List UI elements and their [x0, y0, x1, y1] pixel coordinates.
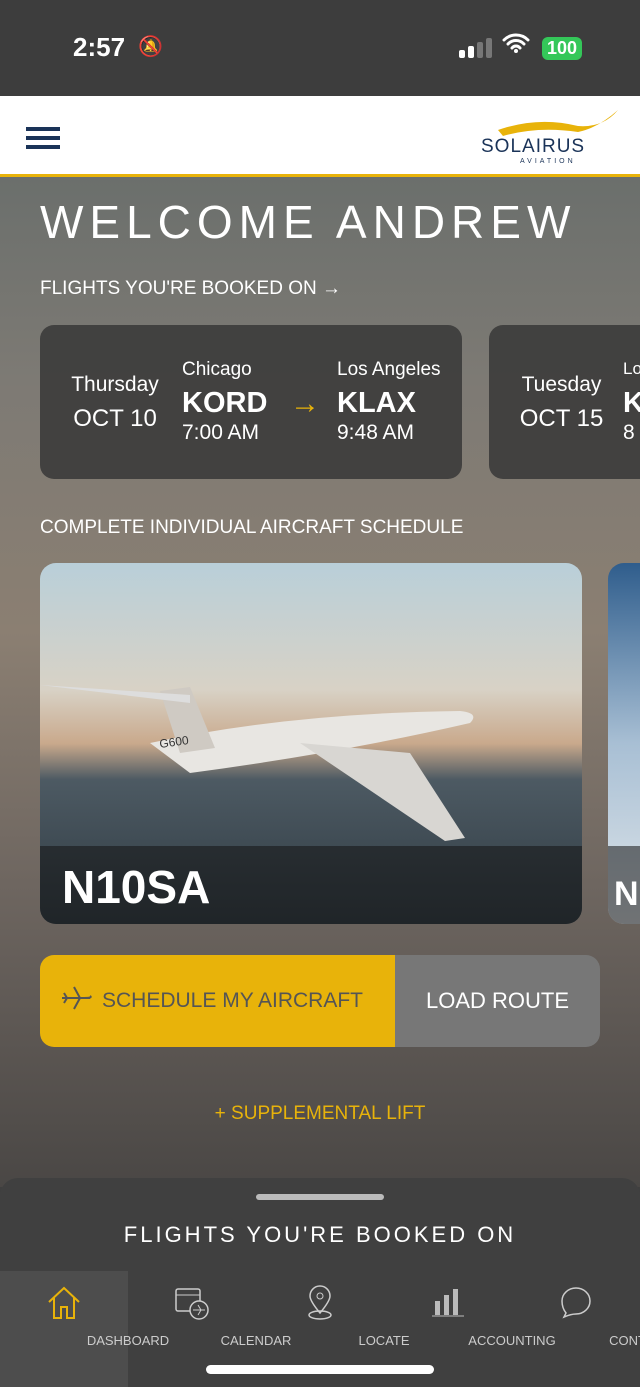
- arrival-time: 9:48 AM: [337, 421, 415, 444]
- origin-city: Chicago: [182, 359, 252, 380]
- battery-indicator: 100: [542, 37, 583, 60]
- load-route-button[interactable]: LOAD ROUTE: [395, 955, 600, 1047]
- schedule-section-title: COMPLETE INDIVIDUAL AIRCRAFT SCHEDULE: [40, 517, 464, 538]
- home-icon: [48, 1286, 80, 1319]
- aircraft-card[interactable]: N: [608, 563, 640, 924]
- schedule-aircraft-label: SCHEDULE MY AIRCRAFT: [102, 989, 363, 1012]
- status-bar: 2:57 🔕 100: [0, 0, 640, 96]
- aircraft-card[interactable]: G600 N10SA: [40, 563, 582, 924]
- tail-number: N10SA: [62, 861, 211, 913]
- flights-booked-link[interactable]: FLIGHTS YOU'RE BOOKED ON →: [40, 278, 341, 300]
- flight-date: OCT 15: [519, 405, 604, 432]
- menu-icon[interactable]: [26, 127, 60, 154]
- tail-number: N: [614, 875, 639, 913]
- welcome-heading: WELCOME ANDREW: [40, 196, 577, 248]
- supplemental-lift-link[interactable]: + SUPPLEMENTAL LIFT: [0, 1103, 640, 1125]
- bottom-sheet: FLIGHTS YOU'RE BOOKED ON DASHBOARD CALEN…: [0, 1178, 640, 1387]
- nav-label: CONTACT: [609, 1333, 640, 1348]
- destination-code: KLAX: [337, 387, 416, 419]
- home-indicator[interactable]: [206, 1365, 434, 1374]
- departure-time: 7:00 AM: [182, 421, 260, 444]
- origin-city: Lo: [623, 359, 640, 378]
- status-time: 2:57: [73, 32, 126, 62]
- nav-dashboard[interactable]: DASHBOARD: [0, 1271, 169, 1387]
- airplane-icon: [60, 985, 94, 1017]
- flight-day: Thursday: [71, 373, 159, 396]
- flight-day: Tuesday: [521, 373, 602, 396]
- logo-subtext: AVIATION: [520, 158, 576, 165]
- flight-card[interactable]: Thursday OCT 10 Chicago KORD 7:00 AM → L…: [40, 325, 462, 479]
- origin-code: K: [623, 387, 640, 419]
- destination-city: Los Angeles: [337, 359, 441, 380]
- location-pin-icon: [308, 1285, 332, 1320]
- departure-time: 8: [623, 421, 635, 444]
- wifi-icon: [502, 30, 530, 61]
- flight-date: OCT 10: [73, 405, 157, 432]
- aircraft-tail-bar: N: [608, 846, 640, 924]
- flight-card[interactable]: Tuesday OCT 15 Lo K 8: [489, 325, 640, 479]
- logo-text: SOLAIRUS: [481, 136, 586, 157]
- sheet-title: FLIGHTS YOU'RE BOOKED ON: [123, 1222, 517, 1247]
- chat-bubble-icon: [561, 1287, 591, 1319]
- sheet-drag-handle[interactable]: [256, 1194, 384, 1200]
- calendar-flight-icon: [175, 1288, 209, 1320]
- nav-contact[interactable]: CONTACT: [512, 1271, 640, 1387]
- action-buttons: SCHEDULE MY AIRCRAFT LOAD ROUTE: [40, 955, 600, 1047]
- bar-chart-icon: [432, 1289, 464, 1317]
- app-header: SOLAIRUS AVIATION: [0, 96, 640, 177]
- solairus-logo: SOLAIRUS AVIATION: [478, 108, 628, 168]
- arrow-right-icon: →: [290, 387, 320, 420]
- signal-icon: [459, 38, 492, 58]
- aircraft-tail-bar: N10SA: [40, 846, 582, 924]
- silent-bell-icon: 🔕: [138, 36, 163, 58]
- origin-code: KORD: [182, 387, 268, 419]
- schedule-aircraft-button[interactable]: SCHEDULE MY AIRCRAFT: [40, 955, 395, 1047]
